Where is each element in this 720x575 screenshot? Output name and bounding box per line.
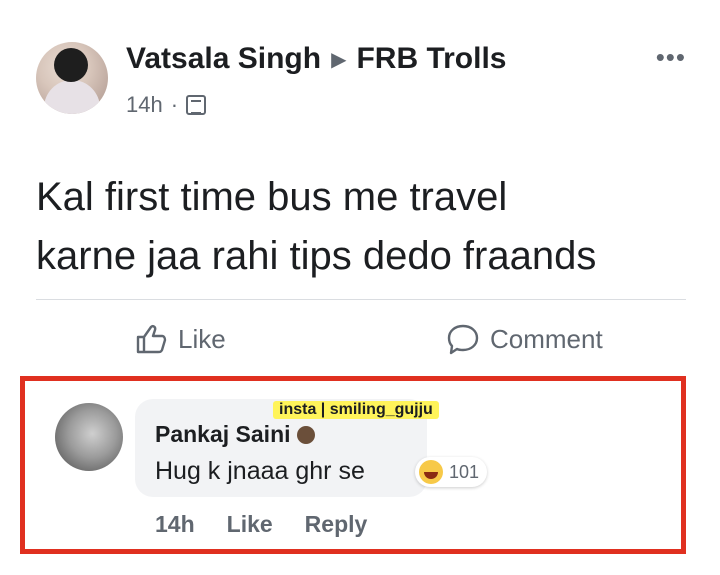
avatar-body: [44, 80, 100, 114]
meta-dot: ·: [170, 92, 179, 117]
highlighted-comment: insta | smiling_gujju Pankaj Saini Hug k…: [20, 376, 686, 554]
waving-hand-icon: [296, 425, 315, 444]
comment-bubble-icon: [446, 322, 480, 356]
commenter-row: Pankaj Saini: [155, 421, 315, 448]
post-time[interactable]: 14h: [126, 92, 163, 118]
comment-time[interactable]: 14h: [155, 511, 195, 538]
author-name[interactable]: Vatsala Singh: [126, 42, 321, 76]
comment-button[interactable]: Comment: [446, 322, 603, 356]
author-avatar[interactable]: [36, 42, 108, 114]
comment-reply-button[interactable]: Reply: [305, 511, 368, 538]
comment-like-button[interactable]: Like: [227, 511, 273, 538]
post-meta: 14h ·: [126, 92, 207, 118]
commenter-avatar[interactable]: [55, 403, 123, 471]
post-text: Kal first time bus me travel karne jaa r…: [36, 168, 686, 286]
thumbs-up-icon: [134, 322, 168, 356]
post-text-line-2: karne jaa rahi tips dedo fraands: [36, 234, 597, 278]
comment-label: Comment: [490, 323, 603, 354]
like-button[interactable]: Like: [134, 322, 226, 356]
watermark: insta | smiling_gujju: [273, 401, 439, 419]
divider: [36, 299, 686, 300]
haha-reaction-icon: [419, 460, 443, 484]
avatar-face-emoji-icon: [54, 48, 88, 82]
arrow-right-icon: ▶: [331, 48, 347, 71]
post-header: Vatsala Singh ▶ FRB Trolls 14h · •••: [36, 42, 686, 122]
audience-icon: [186, 95, 207, 115]
comment-text: Hug k jnaaa ghr se: [155, 457, 365, 485]
post-author-row: Vatsala Singh ▶ FRB Trolls: [126, 42, 506, 76]
post-actions: Like Comment: [36, 322, 686, 372]
post-text-line-1: Kal first time bus me travel: [36, 175, 508, 219]
commenter-name[interactable]: Pankaj Saini: [155, 421, 291, 448]
more-horizontal-icon[interactable]: •••: [656, 42, 686, 73]
reaction-count: 101: [449, 461, 480, 482]
reaction-count-badge[interactable]: 101: [415, 457, 488, 487]
group-name[interactable]: FRB Trolls: [356, 42, 506, 76]
like-label: Like: [178, 323, 226, 354]
comment-meta: 14h Like Reply: [155, 511, 367, 538]
